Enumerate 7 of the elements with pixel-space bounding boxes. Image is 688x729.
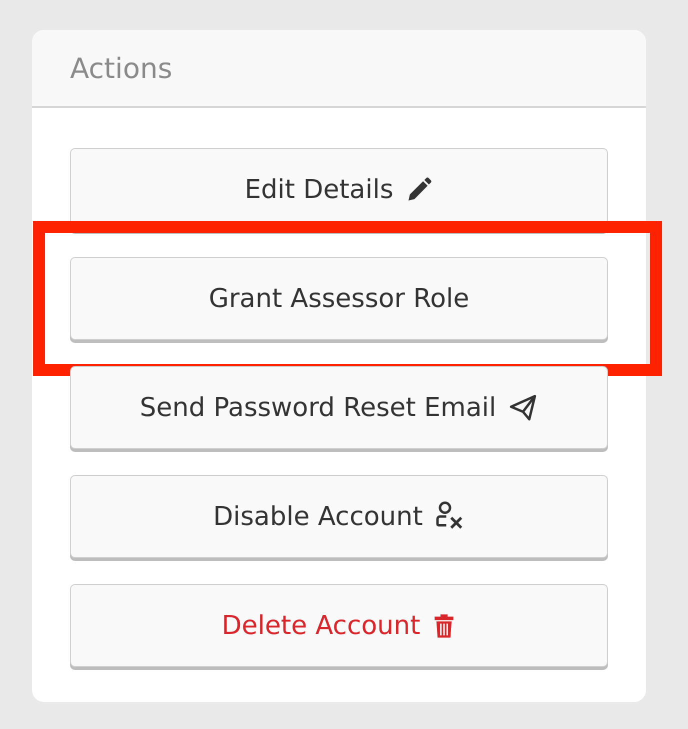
delete-button[interactable]: Delete Account <box>70 584 608 667</box>
action-button[interactable]: Disable Account <box>70 475 608 558</box>
action-button[interactable]: Grant Assessor Role <box>70 257 608 340</box>
paper-plane-icon <box>508 392 538 422</box>
panel-title: Actions <box>70 52 172 84</box>
action-button[interactable]: Send Password Reset Email <box>70 366 608 449</box>
trash-icon <box>432 612 456 640</box>
